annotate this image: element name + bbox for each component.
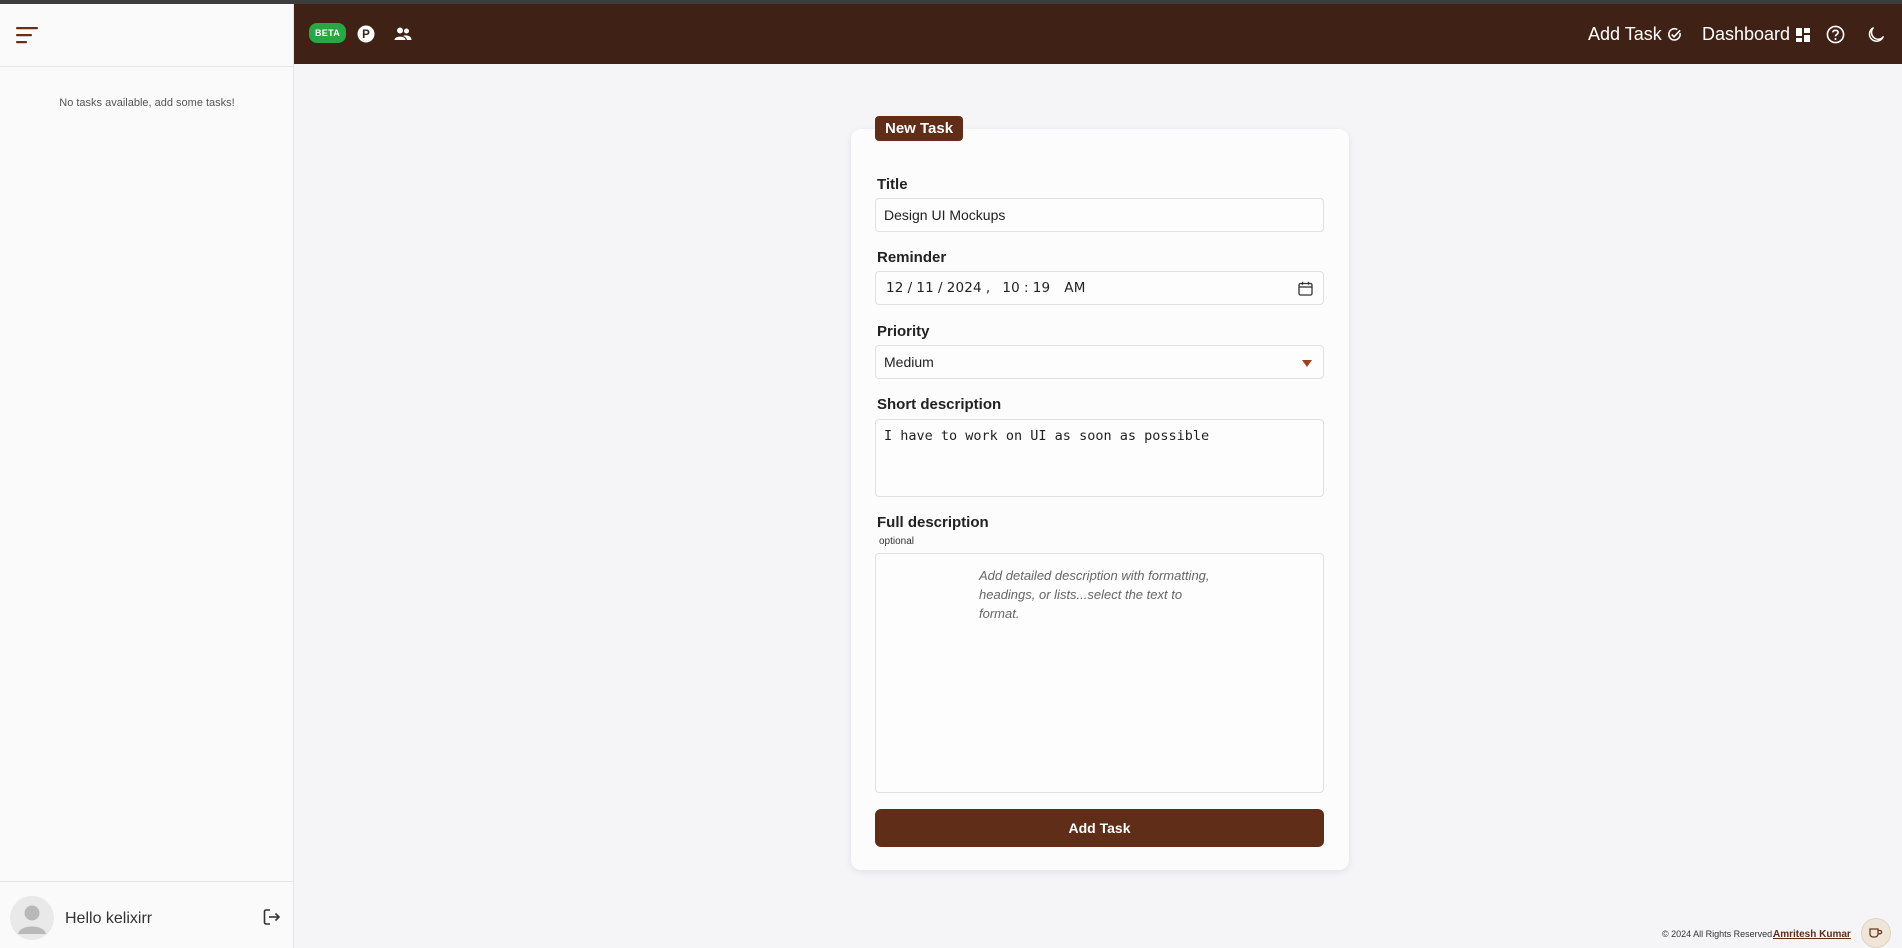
avatar[interactable] bbox=[10, 896, 54, 940]
title-label: Title bbox=[877, 176, 908, 193]
empty-tasks-message: No tasks available, add some tasks! bbox=[59, 97, 235, 109]
logout-icon[interactable] bbox=[262, 907, 282, 927]
full-description-editor[interactable]: Add detailed description with formatting… bbox=[875, 553, 1324, 793]
check-circle-icon bbox=[1667, 28, 1681, 41]
copyright-text: © 2024 All Rights Reserved. bbox=[1662, 929, 1775, 939]
user-icon bbox=[18, 905, 46, 934]
optional-hint: optional bbox=[879, 536, 915, 547]
date-separator: / bbox=[907, 280, 913, 296]
calendar-icon[interactable] bbox=[1298, 281, 1313, 296]
svg-text:P: P bbox=[362, 29, 370, 41]
reminder-hour[interactable]: 10 bbox=[1002, 280, 1020, 296]
menu-icon[interactable] bbox=[16, 25, 38, 45]
short-description-label: Short description bbox=[877, 396, 1002, 413]
beta-badge: BETA bbox=[309, 23, 347, 43]
nav-dashboard-link[interactable]: Dashboard bbox=[1702, 24, 1811, 45]
title-input[interactable] bbox=[875, 198, 1324, 232]
dark-mode-moon-icon[interactable] bbox=[1868, 26, 1885, 43]
author-link[interactable]: Amritesh Kumar bbox=[1773, 929, 1851, 940]
coffee-cup-icon bbox=[1869, 928, 1883, 938]
nav-add-task-label: Add Task bbox=[1588, 24, 1662, 44]
reminder-minute[interactable]: 19 bbox=[1033, 280, 1051, 296]
sidebar: No tasks available, add some tasks! Hell… bbox=[0, 4, 294, 948]
reminder-month[interactable]: 12 bbox=[886, 280, 904, 296]
nav-dashboard-label: Dashboard bbox=[1702, 24, 1791, 44]
priority-selected-value: Medium bbox=[884, 354, 934, 370]
date-time-separator: , bbox=[985, 280, 991, 296]
priority-select[interactable]: Medium bbox=[875, 345, 1324, 379]
reminder-datetime-input[interactable]: 12 / 11 / 2024 , 10 : 19 AM bbox=[875, 271, 1324, 305]
reminder-ampm[interactable]: AM bbox=[1064, 280, 1085, 296]
priority-label: Priority bbox=[877, 323, 930, 340]
sidebar-header bbox=[0, 4, 293, 67]
top-navbar: BETA P Add Task Dashboard bbox=[294, 4, 1902, 64]
people-icon[interactable] bbox=[394, 26, 412, 42]
add-task-button[interactable]: Add Task bbox=[875, 809, 1324, 847]
dashboard-grid-icon bbox=[1796, 27, 1811, 42]
reminder-label: Reminder bbox=[877, 249, 947, 266]
editor-placeholder: Add detailed description with formatting… bbox=[979, 568, 1210, 621]
short-description-textarea[interactable]: I have to work on UI as soon as possible bbox=[875, 419, 1324, 497]
sidebar-footer: Hello kelixirr bbox=[0, 881, 294, 948]
new-task-badge: New Task bbox=[875, 116, 964, 141]
date-separator: / bbox=[937, 280, 943, 296]
premium-p-icon[interactable]: P bbox=[357, 25, 375, 43]
reminder-year[interactable]: 2024 bbox=[947, 280, 982, 296]
coffee-icon[interactable] bbox=[1861, 918, 1891, 948]
nav-add-task-link[interactable]: Add Task bbox=[1588, 24, 1682, 45]
help-icon[interactable] bbox=[1826, 25, 1845, 44]
time-separator: : bbox=[1023, 280, 1029, 296]
reminder-day[interactable]: 11 bbox=[916, 280, 934, 296]
user-greeting: Hello kelixirr bbox=[65, 910, 153, 927]
full-description-label: Full description bbox=[877, 514, 989, 531]
caret-down-icon bbox=[1302, 360, 1312, 367]
